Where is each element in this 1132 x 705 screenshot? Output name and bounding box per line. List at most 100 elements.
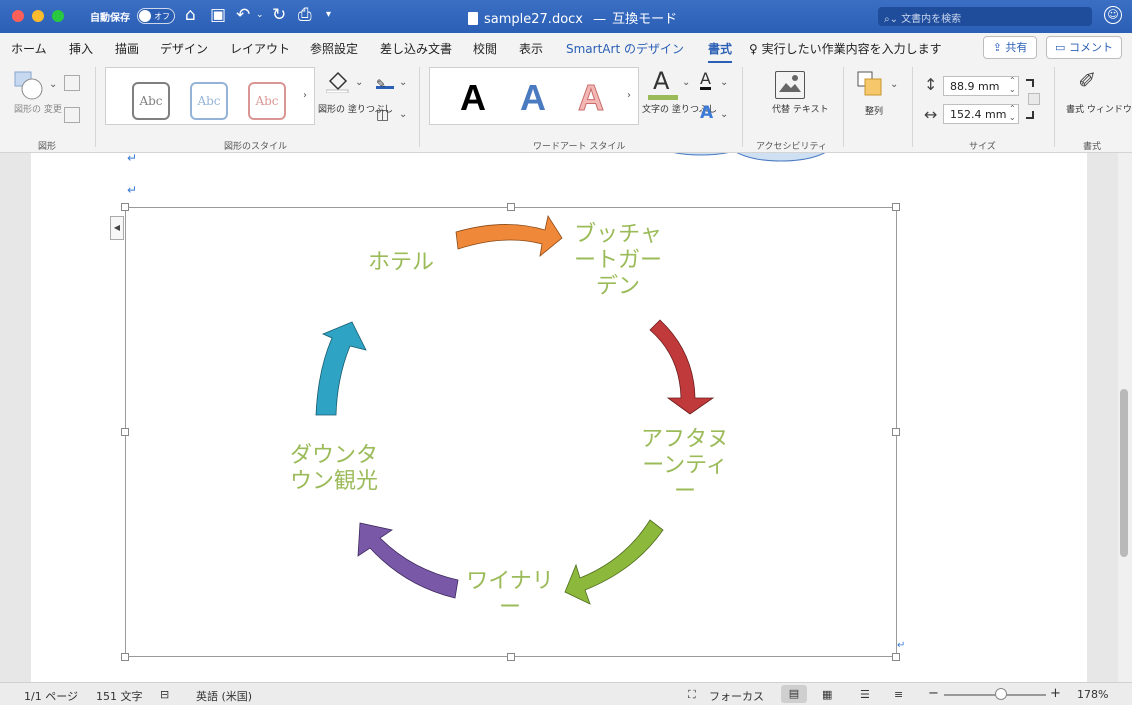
cycle-node-4[interactable]: ダウンタ ウン観光 bbox=[282, 443, 386, 495]
shape-effects-icon[interactable]: ◫ bbox=[376, 107, 389, 123]
minimize-window-button[interactable] bbox=[32, 10, 44, 22]
focus-icon[interactable]: ⛶ bbox=[688, 688, 696, 702]
text-fill-icon[interactable]: A bbox=[648, 67, 678, 101]
alt-text-label[interactable]: 代替 テキスト bbox=[772, 105, 829, 116]
shrink-shape-icon[interactable] bbox=[64, 107, 80, 123]
text-fill-dropdown-icon[interactable]: ⌄ bbox=[682, 77, 690, 88]
resize-handle[interactable] bbox=[507, 203, 515, 211]
width-stepper[interactable]: ⌃ ⌄ bbox=[1009, 104, 1016, 122]
cycle-node-2[interactable]: アフタヌ ーンティ ー bbox=[633, 427, 737, 505]
height-stepper[interactable]: ⌃ ⌄ bbox=[1009, 76, 1016, 94]
resize-handle[interactable] bbox=[121, 203, 129, 211]
undo-dropdown-icon[interactable]: ⌄ bbox=[256, 5, 264, 25]
gallery-more-icon[interactable]: › bbox=[303, 90, 307, 101]
lightbulb-icon: ♀ bbox=[749, 42, 758, 56]
cycle-node-3[interactable]: ワイナリ ー bbox=[458, 569, 562, 621]
tab-draw[interactable]: 描画 bbox=[115, 40, 139, 57]
tell-me-input[interactable]: ♀ 実行したい作業内容を入力します bbox=[749, 40, 942, 57]
redo-icon[interactable]: ↻ bbox=[272, 5, 286, 25]
autosave-toggle[interactable]: オフ bbox=[137, 8, 175, 24]
format-pane-label[interactable]: 書式 ウィンドウ bbox=[1066, 105, 1132, 116]
language-indicator[interactable]: 英語 (米国) bbox=[196, 688, 252, 704]
shape-fill-dropdown-icon[interactable]: ⌄ bbox=[355, 77, 363, 88]
tab-mailings[interactable]: 差し込み文書 bbox=[380, 40, 452, 57]
text-effects-icon[interactable]: A bbox=[700, 103, 713, 123]
arrange-dropdown-icon[interactable]: ⌄ bbox=[890, 79, 898, 90]
share-icon: ⇪ bbox=[992, 41, 1002, 54]
shape-fill-icon[interactable] bbox=[325, 69, 349, 94]
tab-insert[interactable]: 挿入 bbox=[69, 40, 93, 57]
tab-layout[interactable]: レイアウト bbox=[230, 40, 290, 57]
print-layout-icon[interactable]: ▤ bbox=[781, 685, 807, 703]
page-count[interactable]: 1/1 ページ bbox=[24, 688, 78, 704]
enlarge-shape-icon[interactable] bbox=[64, 75, 80, 91]
alt-text-icon[interactable] bbox=[775, 71, 805, 99]
draft-view-icon[interactable]: ≡ bbox=[894, 688, 903, 701]
shape-style-1[interactable]: Abc bbox=[132, 82, 170, 120]
wordart-style-3[interactable]: A bbox=[578, 76, 605, 120]
zoom-slider-knob[interactable] bbox=[995, 688, 1007, 700]
scrollbar-thumb[interactable] bbox=[1120, 389, 1128, 557]
resize-handle[interactable] bbox=[507, 653, 515, 661]
shape-outline-dropdown-icon[interactable]: ⌄ bbox=[399, 77, 407, 88]
tab-smartart-design[interactable]: SmartArt のデザイン bbox=[566, 40, 684, 57]
text-outline-dropdown-icon[interactable]: ⌄ bbox=[720, 77, 728, 88]
search-placeholder: 文書内を検索 bbox=[901, 14, 962, 25]
save-icon[interactable]: ▣ bbox=[210, 5, 226, 25]
tab-review[interactable]: 校閲 bbox=[473, 40, 497, 57]
share-button[interactable]: ⇪ 共有 bbox=[983, 36, 1037, 59]
shape-outline-icon[interactable]: ✎ bbox=[376, 73, 394, 91]
tab-design[interactable]: デザイン bbox=[160, 40, 208, 57]
home-icon[interactable]: ⌂ bbox=[185, 5, 196, 25]
arrange-icon[interactable] bbox=[857, 71, 882, 96]
text-effects-dropdown-icon[interactable]: ⌄ bbox=[720, 109, 728, 120]
paragraph-mark: ↵ bbox=[897, 640, 906, 651]
shape-style-2[interactable]: Abc bbox=[190, 82, 228, 120]
undo-icon[interactable]: ↶ bbox=[236, 5, 250, 25]
tab-home[interactable]: ホーム bbox=[11, 40, 47, 57]
resize-handle[interactable] bbox=[892, 653, 900, 661]
tab-format[interactable]: 書式 bbox=[708, 40, 733, 64]
resize-handle[interactable] bbox=[892, 203, 900, 211]
feedback-smiley-icon[interactable]: ☺ bbox=[1104, 6, 1122, 24]
close-window-button[interactable] bbox=[12, 10, 24, 22]
zoom-out-button[interactable]: − bbox=[928, 686, 939, 701]
text-outline-icon[interactable]: A bbox=[700, 71, 711, 90]
width-input[interactable]: 152.4 mm bbox=[943, 104, 1019, 124]
zoom-window-button[interactable] bbox=[52, 10, 64, 22]
text-pane-toggle[interactable]: ◀ bbox=[110, 216, 124, 240]
word-count[interactable]: 151 文字 bbox=[96, 688, 143, 704]
wordart-style-1[interactable]: A bbox=[460, 76, 486, 120]
focus-label[interactable]: フォーカス bbox=[709, 688, 764, 704]
customize-toolbar-icon[interactable]: ▾ bbox=[326, 5, 331, 25]
wordart-style-2[interactable]: A bbox=[520, 76, 546, 120]
tab-view[interactable]: 表示 bbox=[519, 40, 543, 57]
comment-button[interactable]: ▭ コメント bbox=[1046, 36, 1122, 59]
word-document-icon bbox=[468, 12, 478, 25]
zoom-level[interactable]: 178% bbox=[1077, 688, 1108, 701]
zoom-in-button[interactable]: + bbox=[1050, 686, 1061, 701]
outline-view-icon[interactable]: ☰ bbox=[860, 688, 870, 701]
lock-aspect-checkbox[interactable] bbox=[1028, 93, 1040, 105]
change-shape-icon[interactable] bbox=[14, 71, 43, 100]
resize-handle[interactable] bbox=[121, 428, 129, 436]
change-shape-dropdown-icon[interactable]: ⌄ bbox=[49, 79, 57, 90]
resize-handle[interactable] bbox=[121, 653, 129, 661]
shape-styles-gallery[interactable]: Abc Abc Abc › bbox=[105, 67, 315, 125]
search-input[interactable]: ⌕⌄ 文書内を検索 bbox=[878, 7, 1092, 26]
cycle-node-1[interactable]: ブッチャ ートガー デン bbox=[566, 222, 670, 300]
shape-style-3[interactable]: Abc bbox=[248, 82, 286, 120]
cycle-node-5[interactable]: ホテル bbox=[349, 250, 453, 276]
proofing-icon[interactable]: ⊟ bbox=[160, 688, 169, 701]
format-pane-icon[interactable]: ✐ bbox=[1078, 69, 1096, 94]
tab-references[interactable]: 参照設定 bbox=[310, 40, 358, 57]
web-layout-icon[interactable]: ▦ bbox=[822, 688, 832, 701]
vertical-scrollbar[interactable] bbox=[1118, 153, 1132, 682]
height-input[interactable]: 88.9 mm bbox=[943, 76, 1019, 96]
document-name: sample27.docx bbox=[484, 12, 583, 27]
print-icon[interactable]: ⎙ bbox=[298, 5, 312, 25]
wordart-gallery[interactable]: A A A › bbox=[429, 67, 639, 125]
wordart-more-icon[interactable]: › bbox=[627, 90, 631, 101]
resize-handle[interactable] bbox=[892, 428, 900, 436]
shape-effects-dropdown-icon[interactable]: ⌄ bbox=[399, 109, 407, 120]
